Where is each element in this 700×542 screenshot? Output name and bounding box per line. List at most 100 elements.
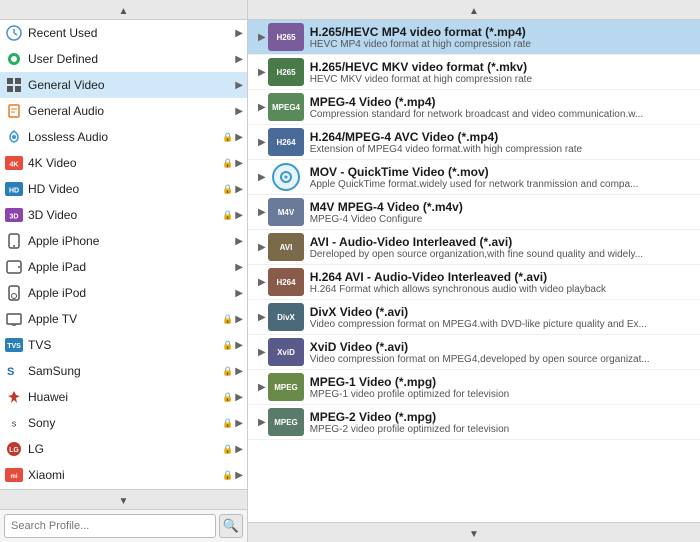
lock-icon: 🔒 xyxy=(222,340,233,351)
format-name: MOV - QuickTime Video (*.mov) xyxy=(310,165,694,179)
arrow-icon: ▶ xyxy=(235,184,243,195)
right-item-mpeg1[interactable]: ▶ MPEG MPEG-1 Video (*.mpg)MPEG-1 video pr… xyxy=(248,370,700,405)
svg-text:M4V: M4V xyxy=(277,208,294,217)
arrow-icon: ▶ xyxy=(235,158,243,169)
format-desc: MPEG-4 Video Configure xyxy=(310,214,694,225)
format-text-mpeg1: MPEG-1 Video (*.mpg)MPEG-1 video profile… xyxy=(310,375,694,400)
right-scroll-up[interactable] xyxy=(248,0,700,20)
left-item-apple-iphone[interactable]: Apple iPhone▶ xyxy=(0,228,247,254)
right-item-divx[interactable]: ▶DivXDivX Video (*.avi)Video compression… xyxy=(248,300,700,335)
left-item-huawei[interactable]: Huawei🔒▶ xyxy=(0,384,247,410)
right-item-mpeg2[interactable]: ▶MPEGMPEG-2 Video (*.mpg)MPEG-2 video pr… xyxy=(248,405,700,440)
chevron-up-icon xyxy=(119,3,129,17)
left-item-icon-tvs: TVS xyxy=(4,335,24,355)
right-item-m4v[interactable]: ▶M4VM4V MPEG-4 Video (*.m4v)MPEG-4 Video… xyxy=(248,195,700,230)
right-chevron-up-icon xyxy=(469,3,479,17)
arrow-icon: ▶ xyxy=(235,210,243,221)
left-item-general-audio[interactable]: General Audio▶ xyxy=(0,98,247,124)
format-name: XviD Video (*.avi) xyxy=(310,340,694,354)
lock-icon: 🔒 xyxy=(222,418,233,429)
left-item-icon-4k-video: 4K xyxy=(4,153,24,173)
format-text-mpeg2: MPEG-2 Video (*.mpg)MPEG-2 video profile… xyxy=(310,410,694,435)
left-item-general-video[interactable]: General Video▶ xyxy=(0,72,247,98)
left-item-4k-video[interactable]: 4K4K Video🔒▶ xyxy=(0,150,247,176)
right-panel: ▶ H265H.265/HEVC MP4 video format (*.mp4)… xyxy=(248,0,700,542)
format-text-hevc-mkv: H.265/HEVC MKV video format (*.mkv)HEVC … xyxy=(310,60,694,85)
format-name: DivX Video (*.avi) xyxy=(310,305,694,319)
format-icon-h264-avi: H264 xyxy=(268,268,304,296)
format-name: H.264/MPEG-4 AVC Video (*.mp4) xyxy=(310,130,694,144)
lock-icon: 🔒 xyxy=(222,132,233,143)
format-name: MPEG-2 Video (*.mpg) xyxy=(310,410,694,424)
left-item-lg[interactable]: LGLG🔒▶ xyxy=(0,436,247,462)
left-item-icon-sony: S xyxy=(4,413,24,433)
left-item-3d-video[interactable]: 3D3D Video🔒▶ xyxy=(0,202,247,228)
format-icon-mpeg1: MPEG xyxy=(268,373,304,401)
right-item-expand-icon: ▶ xyxy=(258,172,266,183)
right-scroll-down[interactable] xyxy=(248,522,700,542)
arrow-icon: ▶ xyxy=(235,444,243,455)
left-item-samsung[interactable]: SSamSung🔒▶ xyxy=(0,358,247,384)
left-item-recent-used[interactable]: Recent Used▶ xyxy=(0,20,247,46)
svg-text:MPEG: MPEG xyxy=(274,383,298,392)
format-desc: Extension of MPEG4 video format.with hig… xyxy=(310,144,694,155)
left-item-label: HD Video xyxy=(28,182,220,196)
right-item-expand-icon: ▶ xyxy=(258,382,266,393)
format-desc: HEVC MKV video format at high compressio… xyxy=(310,74,694,85)
left-item-apple-ipad[interactable]: Apple iPad▶ xyxy=(0,254,247,280)
left-item-user-defined[interactable]: User Defined▶ xyxy=(0,46,247,72)
left-item-xiaomi[interactable]: miXiaomi🔒▶ xyxy=(0,462,247,488)
right-item-xvid[interactable]: ▶XviDXviD Video (*.avi)Video compression… xyxy=(248,335,700,370)
left-item-label: User Defined xyxy=(28,52,233,66)
right-item-h264-avc[interactable]: ▶H264H.264/MPEG-4 AVC Video (*.mp4)Exten… xyxy=(248,125,700,160)
svg-text:MPEG: MPEG xyxy=(274,418,298,427)
format-text-xvid: XviD Video (*.avi)Video compression form… xyxy=(310,340,694,365)
right-item-expand-icon: ▶ xyxy=(258,347,266,358)
left-item-label: Apple TV xyxy=(28,312,220,326)
left-item-apple-tv[interactable]: Apple TV🔒▶ xyxy=(0,306,247,332)
left-item-tvs[interactable]: TVSTVS🔒▶ xyxy=(0,332,247,358)
left-scroll-up[interactable] xyxy=(0,0,247,20)
lock-icon: 🔒 xyxy=(222,392,233,403)
right-item-h264-avi[interactable]: ▶H264H.264 AVI - Audio-Video Interleaved… xyxy=(248,265,700,300)
arrow-icon: ▶ xyxy=(235,236,243,247)
svg-text:MPEG4: MPEG4 xyxy=(272,103,301,112)
left-scroll-down[interactable] xyxy=(0,489,247,509)
right-item-hevc-mkv[interactable]: ▶H265H.265/HEVC MKV video format (*.mkv)… xyxy=(248,55,700,90)
right-item-expand-icon: ▶ xyxy=(258,312,266,323)
right-item-expand-icon: ▶ xyxy=(258,277,266,288)
format-icon-hevc-mp4: H265 xyxy=(268,23,304,51)
search-button[interactable]: 🔍 xyxy=(219,514,243,538)
svg-text:H264: H264 xyxy=(276,278,296,287)
left-item-icon-general-audio xyxy=(4,101,24,121)
right-item-expand-icon: ▶ xyxy=(258,67,266,78)
svg-text:LG: LG xyxy=(9,447,19,454)
right-item-hevc-mp4[interactable]: ▶H265H.265/HEVC MP4 video format (*.mp4)… xyxy=(248,20,700,55)
lock-icon: 🔒 xyxy=(222,470,233,481)
lock-icon: 🔒 xyxy=(222,444,233,455)
left-item-sony[interactable]: SSony🔒▶ xyxy=(0,410,247,436)
left-item-apple-ipod[interactable]: Apple iPod▶ xyxy=(0,280,247,306)
left-item-icon-apple-tv xyxy=(4,309,24,329)
right-item-mov[interactable]: ▶MOV - QuickTime Video (*.mov)Apple Quic… xyxy=(248,160,700,195)
arrow-icon: ▶ xyxy=(235,392,243,403)
svg-text:DivX: DivX xyxy=(277,313,295,322)
arrow-icon: ▶ xyxy=(235,314,243,325)
left-item-label: TVS xyxy=(28,338,220,352)
format-icon-m4v: M4V xyxy=(268,198,304,226)
format-text-hevc-mp4: H.265/HEVC MP4 video format (*.mp4)HEVC … xyxy=(310,25,694,50)
left-item-lossless-audio[interactable]: Lossless Audio🔒▶ xyxy=(0,124,247,150)
left-item-htc[interactable]: HTCHTC🔒▶ xyxy=(0,488,247,489)
format-desc: HEVC MP4 video format at high compressio… xyxy=(310,39,694,50)
svg-text:mi: mi xyxy=(10,474,17,480)
left-item-label: 3D Video xyxy=(28,208,220,222)
search-input[interactable] xyxy=(4,514,216,538)
left-item-icon-huawei xyxy=(4,387,24,407)
chevron-down-icon xyxy=(119,493,129,507)
left-item-hd-video[interactable]: HDHD Video🔒▶ xyxy=(0,176,247,202)
right-item-expand-icon: ▶ xyxy=(258,242,266,253)
format-name: MPEG-1 Video (*.mpg) xyxy=(310,375,694,389)
right-item-mpeg4-mp4[interactable]: ▶MPEG4MPEG-4 Video (*.mp4)Compression st… xyxy=(248,90,700,125)
svg-text:S: S xyxy=(7,366,14,378)
right-item-avi[interactable]: ▶AVIAVI - Audio-Video Interleaved (*.avi… xyxy=(248,230,700,265)
